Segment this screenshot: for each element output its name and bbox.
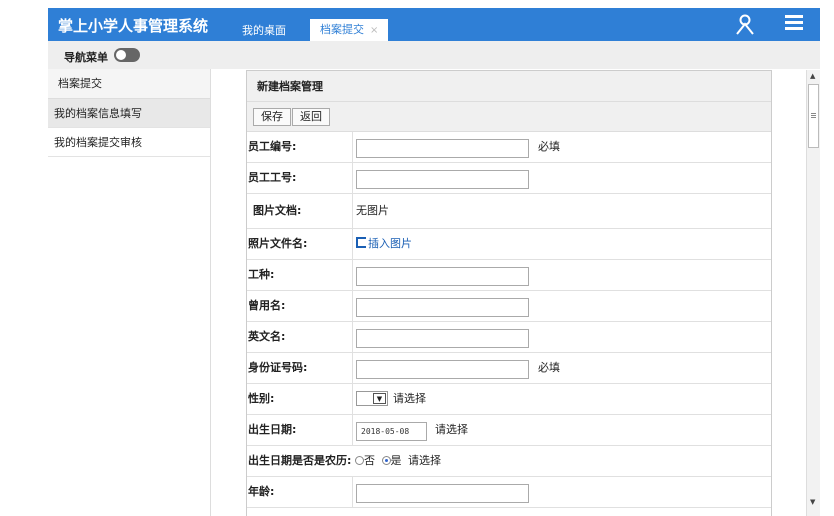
job-label: 工种: <box>248 260 353 290</box>
form-row-gender: 性别: ▼ 请选择 <box>247 384 771 415</box>
emp-no-label: 员工编号: <box>248 132 353 162</box>
pic-doc-value: 无图片 <box>356 204 389 217</box>
pic-doc-label: 图片文档: <box>248 194 353 228</box>
form-row-pic-doc: 图片文档: 无图片 <box>247 194 771 229</box>
vertical-scrollbar[interactable]: ▲ ▼ <box>806 70 820 516</box>
birth-hint: 请选择 <box>435 423 468 436</box>
form-panel: 新建档案管理 保存 返回 员工编号: 必填 员工工号: 图片文档: 无图片 照片文… <box>246 70 772 516</box>
lunar-no-label: 否 <box>364 454 375 467</box>
app-title: 掌上小学人事管理系统 <box>58 17 209 35</box>
nav-menu-toggle[interactable] <box>114 48 140 62</box>
age-input[interactable] <box>356 484 529 503</box>
scroll-up-arrow-icon[interactable]: ▲ <box>810 72 815 80</box>
lunar-label: 出生日期是否是农历: <box>248 454 352 467</box>
lunar-yes-label: 是 <box>390 454 402 467</box>
en-name-input[interactable] <box>356 329 529 348</box>
required-hint: 必填 <box>538 361 560 374</box>
tab-archive-submit[interactable]: 档案提交 × <box>310 19 388 41</box>
insert-picture-label: 插入图片 <box>368 237 412 250</box>
photo-label: 照片文件名: <box>248 229 353 259</box>
age-label: 年龄: <box>248 477 353 507</box>
form-row-en-name: 英文名: <box>247 322 771 353</box>
lunar-yes-radio[interactable] <box>381 456 391 465</box>
emp-id-input[interactable] <box>356 170 529 189</box>
lunar-hint: 请选择 <box>408 454 441 467</box>
save-button[interactable]: 保存 <box>253 108 291 126</box>
gender-select[interactable]: ▼ <box>356 391 388 406</box>
tab-archive-submit-label: 档案提交 <box>320 23 364 36</box>
sidebar: 档案提交 我的档案信息填写 我的档案提交审核 <box>48 69 211 516</box>
back-button[interactable]: 返回 <box>292 108 330 126</box>
form-row-emp-id: 员工工号: <box>247 163 771 194</box>
form-row-id-card: 身份证号码: 必填 <box>247 353 771 384</box>
en-name-label: 英文名: <box>248 322 353 352</box>
birth-label: 出生日期: <box>248 415 353 445</box>
former-name-label: 曾用名: <box>248 291 353 321</box>
insert-picture-link[interactable]: 插入图片 <box>356 237 412 250</box>
form-row-lunar: 出生日期是否是农历: 否 是 请选择 <box>247 446 771 477</box>
toolbar: 保存 返回 <box>247 102 771 132</box>
nav-menu-label: 导航菜单 <box>64 51 108 64</box>
tab-close-icon[interactable]: × <box>370 25 378 36</box>
gender-hint: 请选择 <box>393 392 426 405</box>
former-name-input[interactable] <box>356 298 529 317</box>
nav-bar: 导航菜单 <box>48 41 820 69</box>
job-input[interactable] <box>356 267 529 286</box>
tab-my-desktop[interactable]: 我的桌面 <box>242 20 286 41</box>
user-icon[interactable] <box>735 14 755 36</box>
form-row-former-name: 曾用名: <box>247 291 771 322</box>
top-bar: 掌上小学人事管理系统 我的桌面 档案提交 × <box>48 8 820 41</box>
toggle-knob <box>116 50 126 60</box>
scroll-grip-icon <box>811 113 816 114</box>
emp-id-label: 员工工号: <box>248 163 353 193</box>
id-card-label: 身份证号码: <box>248 353 353 383</box>
form-row-emp-no: 员工编号: 必填 <box>247 132 771 163</box>
gender-label: 性别: <box>248 384 353 414</box>
panel-title: 新建档案管理 <box>247 71 771 102</box>
form-row-job: 工种: <box>247 260 771 291</box>
form-row-birth: 出生日期: 2018-05-08 请选择 <box>247 415 771 446</box>
form-row-photo: 照片文件名: 插入图片 <box>247 229 771 260</box>
id-card-input[interactable] <box>356 360 529 379</box>
hamburger-menu-icon[interactable] <box>783 12 805 34</box>
birth-date-input[interactable]: 2018-05-08 <box>356 422 427 441</box>
chevron-down-icon: ▼ <box>373 393 386 404</box>
emp-no-input[interactable] <box>356 139 529 158</box>
scroll-thumb[interactable] <box>808 84 819 148</box>
sidebar-header[interactable]: 档案提交 <box>48 69 210 99</box>
sidebar-item-archive-review[interactable]: 我的档案提交审核 <box>48 128 210 157</box>
insert-image-icon <box>356 237 366 248</box>
lunar-no-radio[interactable] <box>355 456 364 465</box>
sidebar-item-archive-fill[interactable]: 我的档案信息填写 <box>48 99 210 128</box>
required-hint: 必填 <box>538 140 560 153</box>
form-row-age: 年龄: <box>247 477 771 508</box>
scroll-down-arrow-icon[interactable]: ▼ <box>810 498 815 506</box>
